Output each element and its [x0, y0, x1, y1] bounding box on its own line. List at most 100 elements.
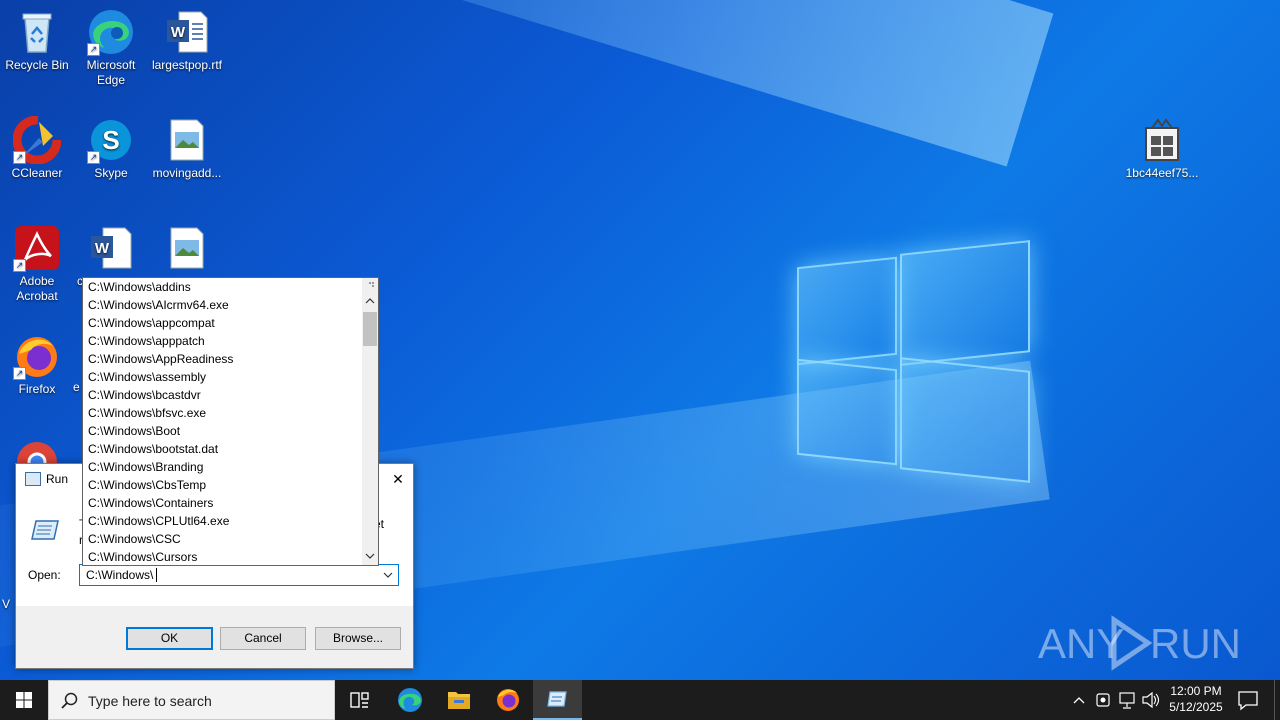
autocomplete-item[interactable]: C:\Windows\bootstat.dat — [83, 440, 362, 458]
shortcut-arrow-icon: ↗ — [13, 259, 26, 272]
word-document-icon: W — [163, 8, 211, 56]
autocomplete-item[interactable]: C:\Windows\Containers — [83, 494, 362, 512]
folder-icon — [448, 692, 470, 709]
scroll-up-icon[interactable] — [362, 294, 378, 308]
windows-start-icon — [16, 692, 32, 708]
icon-label: Microsoft Edge — [86, 58, 136, 87]
icon-image-file-2[interactable] — [149, 224, 225, 274]
close-button[interactable]: ✕ — [383, 464, 413, 494]
open-combobox[interactable]: C:\Windows\ — [79, 564, 399, 586]
icon-1bc44eef75[interactable]: 1bc44eef75... — [1124, 116, 1200, 181]
icon-label: 1bc44eef75... — [1125, 166, 1199, 180]
network-icon — [1119, 692, 1135, 709]
autocomplete-item[interactable]: C:\Windows\appcompat — [83, 314, 362, 332]
task-view-icon — [350, 692, 369, 708]
icon-label: Skype — [94, 166, 128, 180]
icon-movingadd[interactable]: movingadd... — [149, 116, 225, 181]
task-view-button[interactable] — [335, 680, 383, 720]
autocomplete-item[interactable]: C:\Windows\CPLUtl64.exe — [83, 512, 362, 530]
autocomplete-items: C:\Windows\addins C:\Windows\AIcrmv64.exe… — [83, 278, 362, 565]
search-placeholder: Type here to search — [88, 693, 212, 709]
scroll-down-icon[interactable] — [362, 549, 378, 563]
volume-button[interactable] — [1140, 680, 1162, 720]
shortcut-arrow-icon: ↗ — [13, 151, 26, 164]
autocomplete-item[interactable]: C:\Windows\Boot — [83, 422, 362, 440]
icon-ccleaner[interactable]: ↗ CCleaner — [0, 115, 75, 181]
clock-date: 5/12/2025 — [1169, 700, 1223, 714]
autocomplete-item[interactable]: C:\Windows\addins — [83, 278, 362, 296]
taskbar-edge[interactable] — [386, 680, 434, 720]
autocomplete-item[interactable]: C:\Windows\AIcrmv64.exe — [83, 296, 362, 314]
firefox-icon: ↗ — [13, 332, 61, 380]
icon-largestpop[interactable]: W largestpop.rtf — [149, 8, 225, 73]
shortcut-arrow-icon: ↗ — [13, 367, 26, 380]
package-icon — [1138, 116, 1186, 164]
icon-label: Adobe Acrobat — [16, 274, 58, 303]
notification-icon — [1238, 691, 1258, 711]
text-cursor — [156, 568, 157, 582]
edge-icon — [398, 688, 422, 712]
taskbar-firefox[interactable] — [484, 680, 532, 720]
start-button[interactable] — [0, 680, 48, 720]
tray-app-button[interactable] — [1092, 680, 1114, 720]
autocomplete-item[interactable]: C:\Windows\CbsTemp — [83, 476, 362, 494]
open-label: Open: — [28, 568, 61, 582]
autocomplete-list[interactable]: C:\Windows\addins C:\Windows\AIcrmv64.exe… — [82, 277, 379, 566]
button-row: OK Cancel Browse... — [16, 606, 413, 668]
autocomplete-item[interactable]: C:\Windows\Branding — [83, 458, 362, 476]
autocomplete-item[interactable]: C:\Windows\Cursors — [83, 548, 362, 565]
ok-button[interactable]: OK — [126, 627, 213, 650]
clock-time: 12:00 PM — [1170, 684, 1222, 698]
tray-app-icon — [1096, 693, 1110, 707]
icon-label: largestpop.rtf — [151, 58, 223, 72]
image-file-icon — [163, 116, 211, 164]
svg-text:W: W — [95, 240, 110, 257]
run-large-icon — [30, 518, 60, 542]
notification-button[interactable] — [1230, 680, 1266, 720]
clock[interactable]: 12:00 PM 5/12/2025 — [1164, 680, 1228, 720]
search-icon — [61, 692, 78, 709]
autocomplete-item[interactable]: C:\Windows\CSC — [83, 530, 362, 548]
autocomplete-item[interactable]: C:\Windows\apppatch — [83, 332, 362, 350]
scrollbar[interactable] — [362, 278, 378, 565]
close-icon: ✕ — [392, 471, 404, 487]
autocomplete-item[interactable]: C:\Windows\bcastdvr — [83, 386, 362, 404]
anyrun-watermark: ANY RUN — [1038, 612, 1241, 672]
run-app-icon — [25, 472, 41, 486]
svg-text:S: S — [102, 125, 119, 155]
taskbar-file-explorer[interactable] — [435, 680, 483, 720]
show-desktop-button[interactable] — [1274, 680, 1280, 720]
network-button[interactable] — [1116, 680, 1138, 720]
shortcut-arrow-icon: ↗ — [87, 43, 100, 56]
cancel-button[interactable]: Cancel — [220, 627, 306, 650]
taskbar: Type here to search 12:00 PM 5/12/2025 — [0, 680, 1280, 720]
autocomplete-item[interactable]: C:\Windows\AppReadiness — [83, 350, 362, 368]
taskbar-run-active[interactable] — [533, 680, 582, 720]
icon-label: movingadd... — [152, 166, 222, 180]
chevron-down-icon[interactable] — [380, 567, 396, 583]
tray-chevron-button[interactable] — [1068, 680, 1090, 720]
autocomplete-item[interactable]: C:\Windows\assembly — [83, 368, 362, 386]
run-icon — [547, 691, 567, 707]
scroll-thumb[interactable] — [363, 312, 377, 346]
acrobat-icon: ↗ — [13, 224, 61, 272]
icon-label: Recycle Bin — [5, 58, 69, 72]
browse-button[interactable]: Browse... — [315, 627, 401, 650]
recycle-bin-icon — [13, 8, 61, 56]
icon-microsoft-edge[interactable]: ↗ Microsoft Edge — [73, 8, 149, 88]
icon-adobe-acrobat[interactable]: ↗ Adobe Acrobat — [0, 224, 75, 304]
open-input[interactable]: C:\Windows\ — [86, 568, 153, 582]
icon-label: CCleaner — [11, 166, 63, 180]
edge-icon: ↗ — [87, 8, 135, 56]
taskbar-search-box[interactable]: Type here to search — [48, 680, 335, 720]
svg-text:ANY: ANY — [1038, 620, 1124, 667]
icon-skype[interactable]: S ↗ Skype — [73, 116, 149, 181]
dialog-title: Run — [46, 472, 69, 486]
ccleaner-icon: ↗ — [12, 115, 62, 165]
resize-grip-icon[interactable] — [365, 280, 375, 290]
autocomplete-item[interactable]: C:\Windows\bfsvc.exe — [83, 404, 362, 422]
icon-firefox[interactable]: ↗ Firefox — [0, 332, 75, 397]
icon-recycle-bin[interactable]: Recycle Bin — [0, 8, 75, 73]
icon-label: Firefox — [18, 382, 56, 396]
image-file-icon — [163, 224, 211, 272]
